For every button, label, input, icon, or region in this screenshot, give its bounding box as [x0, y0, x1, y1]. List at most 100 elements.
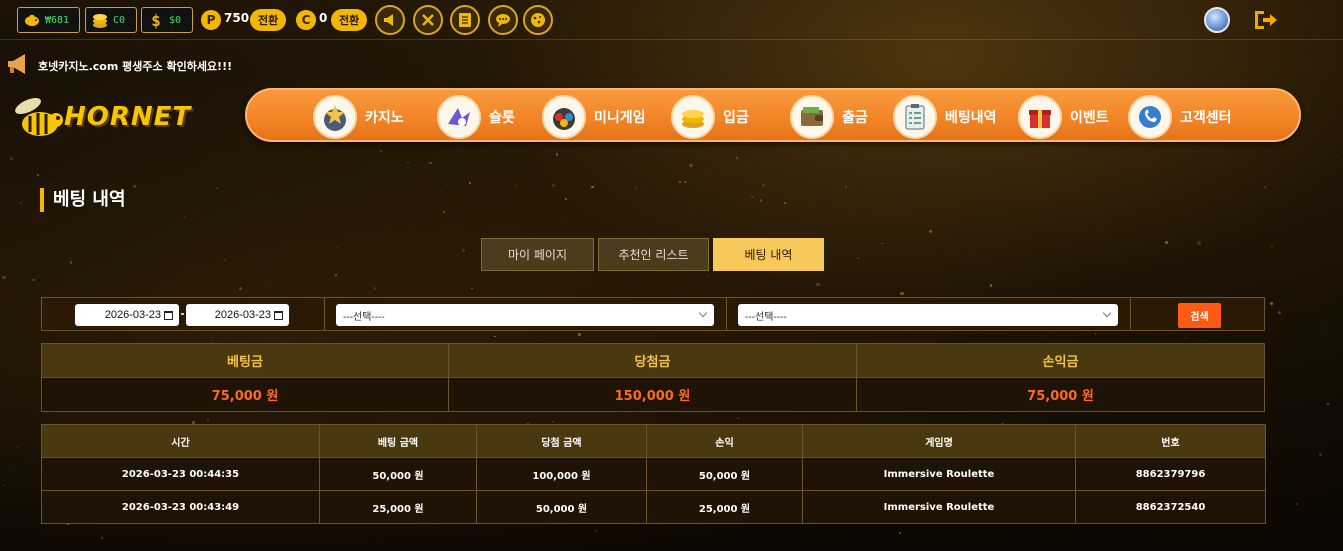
wallet-won[interactable]: ₩681: [17, 7, 80, 33]
slot-icon: [437, 95, 481, 139]
tab-referral-list[interactable]: 추천인 리스트: [598, 238, 709, 271]
sparkle: [816, 282, 820, 287]
sparkle: [10, 157, 13, 160]
sparkle: [555, 153, 558, 156]
sparkle: [471, 288, 473, 290]
sparkle: [373, 287, 377, 290]
date-to-input[interactable]: 2026-03-23: [186, 304, 289, 326]
sparkle: [2, 275, 6, 280]
nav-item-support[interactable]: 고객센터: [1128, 93, 1232, 141]
cell-time: 2026-03-23 00:44:35: [41, 457, 320, 491]
coin-stack-icon: [91, 11, 109, 29]
nav-label: 이벤트: [1070, 110, 1109, 126]
sparkle: [881, 242, 883, 245]
logo[interactable]: HORNET: [8, 90, 193, 148]
wallet-icon: [790, 95, 834, 139]
sparkle: [707, 275, 709, 277]
cell-profit: 25,000 원: [646, 490, 803, 524]
column-header-profit: 손익: [646, 424, 803, 458]
cell-bet-amount: 50,000 원: [319, 457, 477, 491]
megaphone-icon: [6, 52, 32, 80]
table-row: 2026-03-23 00:44:35 50,000 원 100,000 원 5…: [41, 457, 1266, 491]
tools-icon[interactable]: [413, 5, 443, 35]
column-header-time: 시간: [41, 424, 320, 458]
nav-label: 미니게임: [594, 110, 646, 126]
bet-history-table: 시간 베팅 금액 당첨 금액 손익 게임명 번호 2026-03-23 00:4…: [41, 424, 1266, 524]
nav-item-slot[interactable]: 슬롯: [437, 93, 515, 141]
coin-swap-button[interactable]: 전환: [331, 9, 368, 31]
hornet-icon: [15, 97, 63, 136]
sparkle: [1326, 402, 1329, 406]
chat-icon[interactable]: [488, 5, 518, 35]
table-row: 2026-03-23 00:43:49 25,000 원 50,000 원 25…: [41, 490, 1266, 524]
date-from-input[interactable]: 2026-03-23: [75, 304, 179, 326]
nav-label: 출금: [842, 110, 868, 126]
cell-profit: 50,000 원: [646, 457, 803, 491]
cookie-icon[interactable]: [523, 5, 553, 35]
date-to-value: 2026-03-23: [214, 309, 271, 321]
notice-text: 호넷카지노.com 평생주소 확인하세요!!!: [38, 60, 233, 73]
sparkle: [334, 273, 337, 276]
table-header-row: 시간 베팅 금액 당첨 금액 손익 게임명 번호: [41, 424, 1266, 458]
summary-panel: 베팅금 75,000 원 당첨금 150,000 원 손익금 75,000 원: [41, 343, 1265, 412]
divider: [324, 298, 325, 330]
point-swap-button[interactable]: 전환: [250, 9, 287, 31]
top-bar: ₩681 C0 $ $0 P 750 전환 C 0 전환: [0, 0, 1343, 40]
coin-value: 0: [319, 11, 328, 25]
column-header-bet-amount: 베팅 금액: [319, 424, 477, 458]
nav-item-minigame[interactable]: 미니게임: [542, 93, 646, 141]
deposit-coins-icon: [671, 95, 715, 139]
date-from-value: 2026-03-23: [104, 309, 161, 321]
sparkle: [1271, 245, 1273, 248]
wallet-coin[interactable]: C0: [85, 7, 137, 33]
sparkle: [751, 195, 754, 199]
sparkle: [683, 181, 686, 184]
wallet-coin-value: C0: [113, 14, 126, 26]
nav-item-event[interactable]: 이벤트: [1018, 93, 1109, 141]
nav-item-withdraw[interactable]: 출금: [790, 93, 868, 141]
chevron-down-icon: [698, 308, 708, 318]
nav-item-casino[interactable]: 카지노: [313, 93, 404, 141]
calendar-icon: [164, 310, 173, 320]
cell-number: 8862379796: [1075, 457, 1266, 491]
sparkle: [461, 248, 465, 252]
dollar-icon: $: [151, 10, 161, 30]
calendar-icon: [274, 310, 283, 320]
sparkle: [1319, 452, 1323, 456]
summary-label: 손익금: [857, 344, 1264, 378]
sparkle: [476, 241, 478, 243]
nav-label: 카지노: [365, 110, 404, 126]
summary-label: 당첨금: [449, 344, 856, 378]
sparkle: [761, 183, 765, 188]
cell-game-name: Immersive Roulette: [802, 490, 1076, 524]
sparkle: [1320, 327, 1323, 329]
avatar[interactable]: [1204, 7, 1230, 33]
piggy-bank-icon: [23, 11, 41, 29]
nav-item-bet-history[interactable]: 베팅내역: [893, 93, 997, 141]
megaphone-icon[interactable]: [375, 5, 405, 35]
tab-bet-history[interactable]: 베팅 내역: [713, 238, 824, 271]
wallet-dollar[interactable]: $ $0: [141, 7, 193, 33]
sparkle: [591, 185, 594, 189]
wallet-won-value: ₩681: [45, 14, 70, 26]
logout-icon[interactable]: [1252, 8, 1278, 32]
sparkle: [192, 208, 194, 210]
summary-label: 베팅금: [42, 344, 448, 378]
divider: [1130, 298, 1131, 330]
game-type-select[interactable]: ---선택----: [336, 304, 714, 326]
minigame-icon: [542, 95, 586, 139]
notepad-icon[interactable]: [450, 5, 480, 35]
date-separator: [181, 313, 184, 315]
sparkle: [50, 182, 52, 184]
sparkle: [69, 261, 72, 264]
nav-item-deposit[interactable]: 입금: [671, 93, 749, 141]
sparkle: [928, 230, 932, 234]
select-value: ---선택----: [745, 311, 787, 323]
sparkle: [328, 198, 330, 200]
summary-bet: 베팅금 75,000 원: [42, 344, 449, 411]
game-provider-select[interactable]: ---선택----: [738, 304, 1118, 326]
tab-mypage[interactable]: 마이 페이지: [481, 238, 594, 271]
sparkle: [578, 333, 581, 336]
search-button[interactable]: 검색: [1178, 303, 1221, 328]
sparkle: [206, 419, 210, 423]
